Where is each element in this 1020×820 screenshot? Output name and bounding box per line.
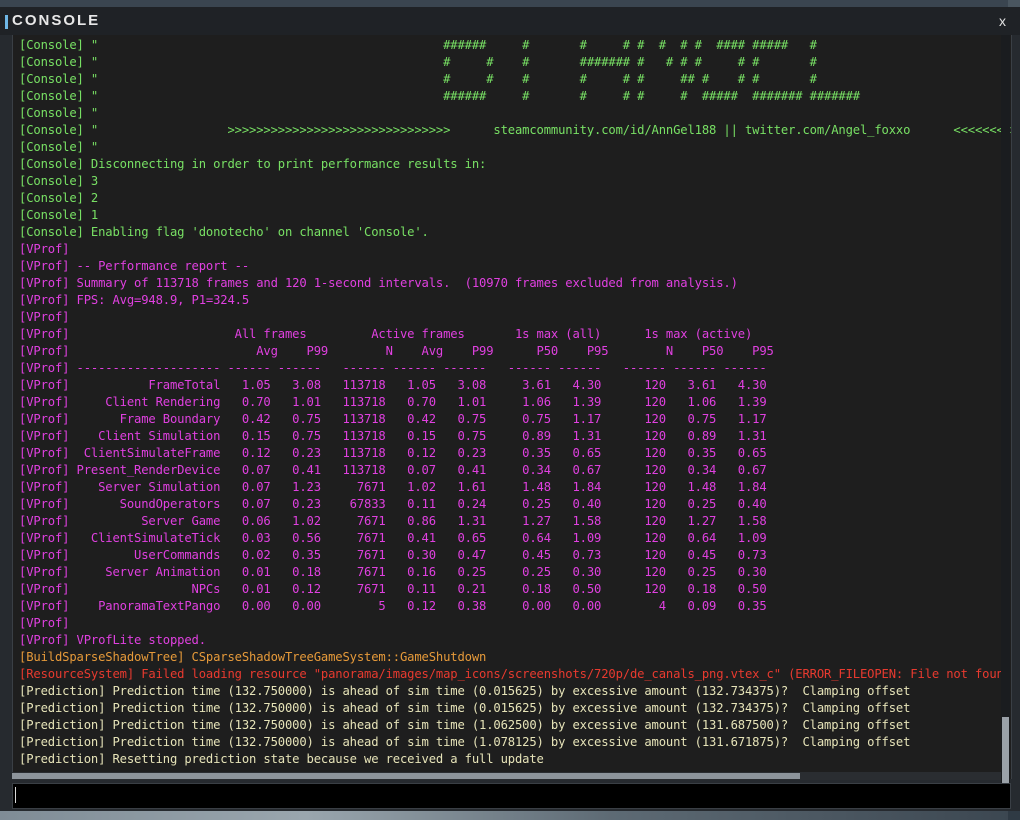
log-line: [VProf] -- Performance report -- [19,259,249,273]
log-line: [VProf] -------------------- ------ ----… [19,361,767,375]
log-line: [Console] Disconnecting in order to prin… [19,157,487,171]
log-line: [Console] " [19,140,99,154]
console-window: CONSOLE x [Console] " ###### # # # # # #… [0,7,1020,811]
log-line: [VProf] FrameTotal 1.05 3.08 113718 1.05… [19,378,767,392]
log-line: [Console] 1 [19,208,99,222]
vertical-scrollbar[interactable] [1001,35,1010,787]
vertical-scrollbar-thumb[interactable] [1002,717,1009,787]
horizontal-scrollbar-thumb[interactable] [12,773,800,779]
log-line: [VProf] Avg P99 N Avg P99 P50 P95 N P50 … [19,344,774,358]
log-line: [BuildSparseShadowTree] CSparseShadowTre… [19,650,487,664]
log-line: [Console] " ###### # # # # # ##### #####… [19,89,860,103]
log-line: [Prediction] Prediction time (132.750000… [19,701,911,715]
log-line: [VProf] NPCs 0.01 0.12 7671 0.11 0.21 0.… [19,582,767,596]
title-accent-bar [5,15,8,29]
log-line: [Prediction] Prediction time (132.750000… [19,735,911,749]
log-line: [Prediction] Prediction time (132.750000… [19,718,911,732]
log-line: [VProf] [19,242,70,256]
log-line: [VProf] Server Animation 0.01 0.18 7671 … [19,565,767,579]
log-line: [VProf] ClientSimulateTick 0.03 0.56 767… [19,531,767,545]
console-log[interactable]: [Console] " ###### # # # # # # # #### ##… [12,35,1012,779]
log-line: [VProf] All frames Active frames 1s max … [19,327,753,341]
log-line: [Console] 2 [19,191,99,205]
window-title: CONSOLE [12,12,101,29]
console-input[interactable] [12,783,1011,809]
log-line: [VProf] [19,616,70,630]
log-line: [VProf] SoundOperators 0.07 0.23 67833 0… [19,497,767,511]
log-line: [Console] " [19,106,99,120]
log-line: [VProf] VProfLite stopped. [19,633,206,647]
log-line: [VProf] Frame Boundary 0.42 0.75 113718 … [19,412,767,426]
log-line: [Prediction] Resetting prediction state … [19,752,544,766]
log-line: [VProf] Summary of 113718 frames and 120… [19,276,738,290]
log-lines: [Console] " ###### # # # # # # # #### ##… [19,37,1012,768]
close-button[interactable]: x [999,13,1006,29]
log-line: [Console] 3 [19,174,99,188]
log-line: [VProf] Client Simulation 0.15 0.75 1137… [19,429,767,443]
console-titlebar[interactable]: CONSOLE x [0,7,1020,35]
log-line: [Console] " # # # # # # ## # # # # [19,72,817,86]
log-line: [VProf] Server Simulation 0.07 1.23 7671… [19,480,767,494]
log-line: [VProf] FPS: Avg=948.9, P1=324.5 [19,293,249,307]
log-line: [Console] " >>>>>>>>>>>>>>>>>>>>>>>>>>>>… [19,123,1012,137]
log-line: [VProf] Client Rendering 0.70 1.01 11371… [19,395,767,409]
log-line: [VProf] UserCommands 0.02 0.35 7671 0.30… [19,548,767,562]
log-line: [Console] " # # # ####### # # # # # # # [19,55,817,69]
text-caret [15,787,16,803]
log-line: [VProf] Present_RenderDevice 0.07 0.41 1… [19,463,767,477]
log-line: [VProf] Server Game 0.06 1.02 7671 0.86 … [19,514,767,528]
log-line: [Console] Enabling flag 'donotecho' on c… [19,225,429,239]
log-line: [VProf] [19,310,70,324]
log-line: [Prediction] Prediction time (132.750000… [19,684,911,698]
log-line: [VProf] ClientSimulateFrame 0.12 0.23 11… [19,446,767,460]
log-line: [Console] " ###### # # # # # # # #### ##… [19,38,817,52]
log-line: [ResourceSystem] Failed loading resource… [19,667,1012,681]
log-line: [VProf] PanoramaTextPango 0.00 0.00 5 0.… [19,599,767,613]
